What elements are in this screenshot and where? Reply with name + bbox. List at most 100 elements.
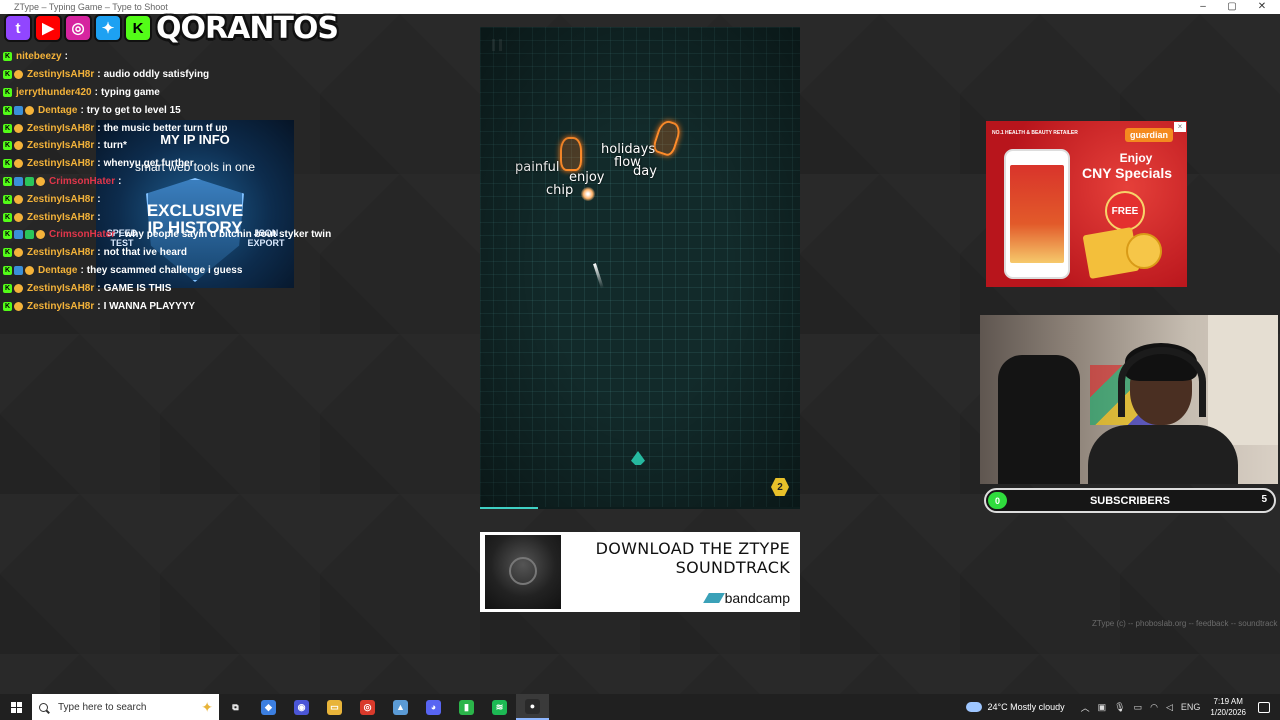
chat-message: K ZestinyIsAH8r: audio oddly satisfying	[3, 66, 343, 84]
network-icon[interactable]: ▣	[1098, 702, 1107, 713]
chat-badge-icon	[14, 265, 23, 275]
chat-separator: :	[97, 140, 101, 152]
chat-badge-icon	[14, 105, 23, 115]
streamer-handle: QORANTOS	[156, 10, 339, 46]
chat-separator: :	[80, 264, 84, 276]
chat-message: K ZestinyIsAH8r: not that ive heard	[3, 244, 343, 262]
chat-badge-icon: K	[3, 123, 12, 133]
wifi-icon[interactable]: ◠	[1150, 702, 1158, 713]
chat-username: Dentage	[38, 104, 78, 116]
chat-username: ZestinyIsAH8r	[27, 282, 95, 294]
chat-text: not that ive heard	[103, 247, 187, 259]
chat-username: ZestinyIsAH8r	[27, 69, 95, 81]
chat-badge-icon	[14, 230, 23, 240]
chat-badge-icon	[14, 123, 23, 133]
close-button[interactable]: ✕	[1252, 1, 1272, 12]
battery-icon[interactable]: ▭	[1134, 702, 1143, 713]
task-view-icon: ⧉	[228, 699, 243, 715]
instagram-icon[interactable]: ◎	[64, 14, 92, 42]
task-view-taskbar-button[interactable]: ⧉	[219, 694, 252, 720]
chat-separator: :	[97, 247, 101, 259]
kick-icon[interactable]: K	[124, 14, 152, 42]
taskbar-search[interactable]: Type here to search ✦	[32, 694, 219, 720]
chat-badge-icon: K	[3, 70, 12, 80]
chat-text: audio oddly satisfying	[103, 69, 210, 81]
language-indicator[interactable]: ENG	[1181, 702, 1201, 712]
chat-text: whenyu get further	[103, 158, 194, 170]
file-explorer-taskbar-button[interactable]: ▭	[318, 694, 351, 720]
ad-headline: CNY Specials	[1081, 165, 1172, 181]
spotify-taskbar-button[interactable]: ≋	[483, 694, 516, 720]
chat-separator: :	[97, 69, 101, 81]
game-canvas[interactable]: painfulholidaysflowenjoydaychip 2	[480, 27, 800, 509]
terminal-taskbar-button[interactable]: ▮	[450, 694, 483, 720]
twitter-icon[interactable]: ✦	[94, 14, 122, 42]
maximize-button[interactable]: ▢	[1222, 1, 1242, 12]
game-credits[interactable]: ZType (c) -- phoboslab.org -- feedback -…	[1092, 619, 1277, 628]
obs-taskbar-button[interactable]: ●	[516, 694, 549, 720]
copilot-taskbar-button[interactable]: ◆	[252, 694, 285, 720]
chat-username: CrimsonHater	[49, 229, 116, 241]
taskbar-apps: ⧉ ◆ ◉ ▭ ◎ ▲ ◕ ▮ ≋ ●	[219, 694, 549, 720]
chat-username: Dentage	[38, 264, 78, 276]
chat-message: K ZestinyIsAH8r: GAME IS THIS	[3, 279, 343, 297]
gaming-chair	[998, 355, 1080, 484]
chat-username: CrimsonHater	[49, 175, 116, 187]
notification-icon[interactable]	[1258, 701, 1270, 713]
clock[interactable]: 7:19 AM 1/20/2026	[1210, 696, 1246, 718]
soundtrack-banner[interactable]: DOWNLOAD THE ZTYPE SOUNDTRACK bandcamp	[480, 532, 800, 612]
chat-username: ZestinyIsAH8r	[27, 300, 95, 312]
app-taskbar-button[interactable]: ▲	[384, 694, 417, 720]
chat-separator: :	[97, 211, 101, 223]
subscriber-count: 0	[988, 492, 1007, 509]
microphone-icon[interactable]: 🎙	[1114, 702, 1125, 713]
chat-separator: :	[97, 158, 101, 170]
chat-badge-icon	[14, 194, 23, 204]
chat-badge-icon	[14, 301, 23, 311]
clock-date: 1/20/2026	[1210, 708, 1246, 717]
chat-username: ZestinyIsAH8r	[27, 193, 95, 205]
chat-username: jerrythunder420	[16, 86, 92, 98]
game-vignette	[480, 27, 800, 509]
start-button[interactable]	[0, 694, 32, 720]
chat-badge-icon: K	[3, 212, 12, 222]
chat-text: typing game	[100, 86, 160, 98]
chat-badge-icon: K	[3, 159, 12, 169]
chat-separator: :	[80, 104, 84, 116]
weather-widget[interactable]: 24°C Mostly cloudy	[966, 702, 1065, 712]
discord-taskbar-button[interactable]: ◕	[417, 694, 450, 720]
chat-badge-icon	[14, 212, 23, 222]
chat-badge-icon: K	[3, 248, 12, 258]
windows-icon	[10, 701, 22, 713]
chat-message: K ZestinyIsAH8r: turn*	[3, 137, 343, 155]
chat-message: K ZestinyIsAH8r: whenyu get further	[3, 155, 343, 173]
bandcamp-link[interactable]: bandcamp	[702, 590, 790, 606]
minimize-button[interactable]: –	[1193, 1, 1213, 12]
album-cover	[485, 535, 561, 609]
youtube-icon[interactable]: ▶	[34, 14, 62, 42]
chat-text: I WANNA PLAYYYY	[103, 300, 196, 312]
volume-icon[interactable]: ◁	[1166, 702, 1173, 713]
chrome-taskbar-button[interactable]: ◎	[351, 694, 384, 720]
chevron-up-icon[interactable]: ︿	[1081, 701, 1090, 714]
chat-badge-icon	[36, 176, 45, 186]
chat-text: the music better turn tf up	[103, 122, 228, 134]
chat-badge-icon	[25, 230, 34, 240]
bandcamp-label: bandcamp	[724, 590, 790, 606]
bandcamp-icon	[702, 593, 725, 603]
chat-badge-icon	[25, 265, 34, 275]
guardian-ad[interactable]: NO.1 HEALTH & BEAUTY RETAILER guardian ×…	[986, 121, 1187, 287]
chat-username: nitebeezy	[16, 51, 62, 63]
chat-badge-icon: K	[3, 194, 12, 204]
browser-taskbar-button[interactable]: ◉	[285, 694, 318, 720]
chat-badge-icon: K	[3, 87, 12, 97]
chat-badge-icon	[25, 105, 34, 115]
ad-close-icon[interactable]: ×	[1174, 122, 1186, 132]
soundtrack-line-2: SOUNDTRACK	[675, 558, 790, 577]
level-progress-fill	[480, 507, 538, 509]
chat-badge-icon	[25, 176, 34, 186]
copilot-icon: ◆	[261, 699, 276, 715]
twitch-icon[interactable]: t	[4, 14, 32, 42]
system-tray: 24°C Mostly cloudy ︿ ▣ 🎙 ▭ ◠ ◁ ENG 7:19 …	[966, 694, 1280, 720]
chat-message: Kjerrythunder420: typing game	[3, 84, 343, 102]
